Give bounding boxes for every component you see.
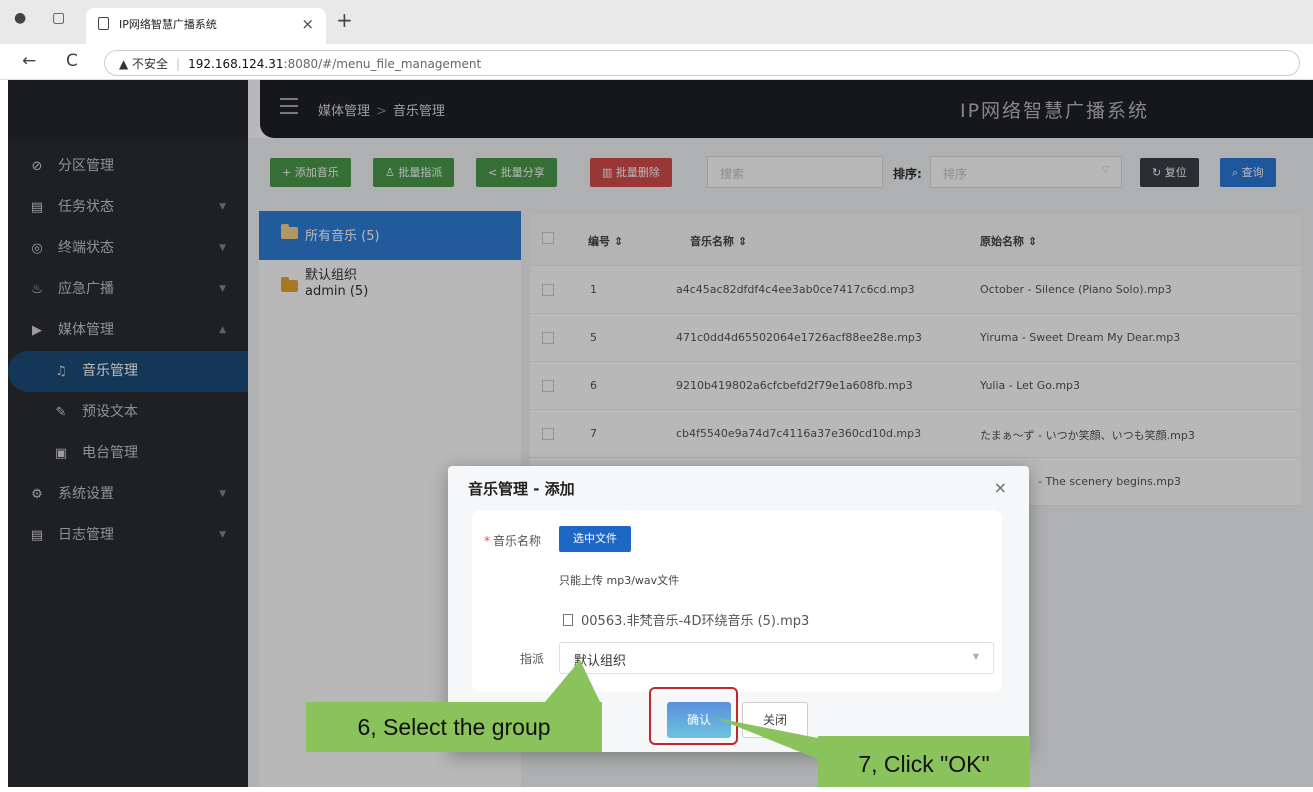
- step6-pointer: [545, 660, 600, 702]
- step6-callout: 6, Select the group: [306, 702, 602, 752]
- callout-pointers: [545, 660, 838, 760]
- step7-callout: 7, Click "OK": [818, 736, 1030, 787]
